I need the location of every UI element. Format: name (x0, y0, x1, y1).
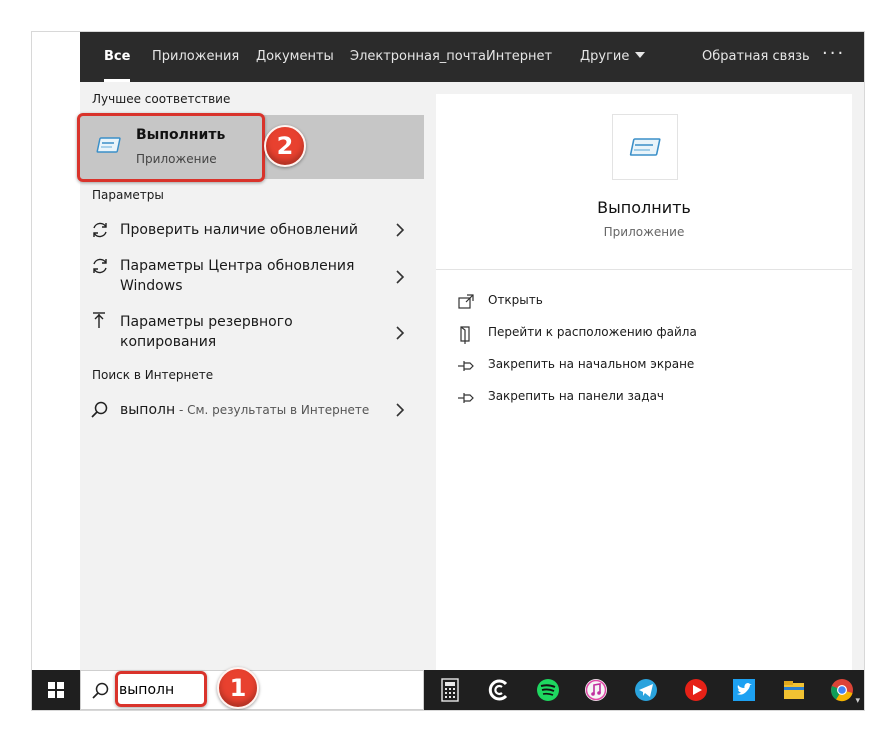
sync-icon (93, 258, 107, 274)
step-badge-2: 2 (264, 125, 306, 167)
windows-logo-icon (48, 682, 64, 698)
chevron-down-icon (635, 52, 646, 58)
settings-item-check-updates[interactable]: Проверить наличие обновлений (80, 214, 424, 246)
action-open[interactable]: Открыть (456, 290, 836, 314)
action-label: Перейти к расположению файла (488, 325, 697, 339)
chevron-right-icon (396, 326, 405, 340)
screen: Все Приложения Документы Электронная_поч… (32, 32, 864, 710)
taskbar-search-box[interactable]: выполн 1 (80, 667, 424, 710)
tab-other-label: Другие (580, 49, 630, 64)
taskbar: выполн 1 ▾ (32, 667, 864, 710)
preview-panel: Выполнить Приложение Открыть Перейти к р… (436, 94, 852, 670)
chrome-icon[interactable] (826, 674, 858, 706)
search-icon (92, 682, 109, 699)
action-label: Закрепить на начальном экране (488, 357, 695, 371)
upload-icon (93, 312, 105, 328)
preview-app-tile (612, 114, 678, 180)
preview-divider (436, 269, 852, 270)
step-badge-1: 1 (217, 667, 259, 709)
settings-item-label-line2: копирования (120, 334, 217, 350)
tab-apps[interactable]: Приложения (152, 32, 239, 82)
chevron-down-icon: ▾ (855, 696, 860, 706)
feedback-link[interactable]: Обратная связь (702, 32, 810, 82)
search-icon (91, 401, 108, 418)
settings-item-label-line2: Windows (120, 278, 183, 294)
web-search-heading: Поиск в Интернете (92, 368, 214, 382)
tab-internet[interactable]: Интернет (486, 32, 552, 82)
open-icon (458, 294, 474, 309)
search-tabs: Все Приложения Документы Электронная_поч… (80, 32, 864, 82)
sync-icon (93, 222, 107, 238)
best-match-heading: Лучшее соответствие (92, 92, 231, 106)
settings-item-label: Проверить наличие обновлений (120, 222, 358, 238)
run-app-icon (629, 138, 661, 156)
action-pin-taskbar[interactable]: Закрепить на панели задач (456, 386, 836, 410)
start-button[interactable] (32, 670, 80, 710)
desktop-strip (32, 32, 81, 670)
web-search-query: выполн (120, 402, 176, 418)
chevron-right-icon (396, 223, 405, 237)
settings-item-update-center[interactable]: Параметры Центра обновления Windows (80, 252, 424, 300)
settings-item-label-line1: Параметры резервного (120, 314, 293, 330)
tab-documents[interactable]: Документы (256, 32, 334, 82)
pin-start-icon (458, 361, 474, 371)
highlight-frame-search (115, 671, 207, 707)
search-panel: Все Приложения Документы Электронная_поч… (77, 32, 864, 670)
itunes-icon[interactable] (580, 674, 612, 706)
tab-all[interactable]: Все (104, 32, 131, 82)
chevron-right-icon (396, 403, 405, 417)
highlight-frame-best-match (77, 113, 265, 182)
spotify-icon[interactable] (532, 674, 564, 706)
youtube-icon[interactable] (680, 674, 712, 706)
action-label: Закрепить на панели задач (488, 389, 665, 403)
chevron-right-icon (396, 270, 405, 284)
file-location-icon (460, 326, 470, 344)
web-search-label: выполн - См. результаты в Интернете (120, 400, 369, 420)
twitter-icon[interactable] (728, 674, 760, 706)
preview-subtitle: Приложение (603, 225, 685, 239)
action-label: Открыть (488, 293, 543, 307)
web-search-item[interactable]: выполн - См. результаты в Интернете (80, 394, 424, 426)
pin-taskbar-icon (458, 393, 474, 403)
action-pin-start[interactable]: Закрепить на начальном экране (456, 354, 836, 378)
app-c-icon[interactable] (482, 674, 514, 706)
calculator-icon[interactable] (434, 674, 466, 706)
tab-email[interactable]: Электронная_почта (350, 32, 486, 82)
action-file-location[interactable]: Перейти к расположению файла (456, 322, 836, 346)
file-explorer-icon[interactable] (778, 674, 810, 706)
more-options-icon[interactable]: ··· (822, 32, 845, 82)
tab-other[interactable]: Другие (580, 32, 646, 82)
telegram-icon[interactable] (630, 674, 662, 706)
settings-item-backup[interactable]: Параметры резервного копирования (80, 308, 424, 356)
settings-heading: Параметры (92, 188, 164, 202)
web-search-sub: - См. результаты в Интернете (175, 403, 370, 417)
settings-item-label-line1: Параметры Центра обновления (120, 258, 355, 274)
preview-title: Выполнить (597, 198, 691, 217)
results-list: Лучшее соответствие Выполнить Приложение… (77, 82, 424, 670)
